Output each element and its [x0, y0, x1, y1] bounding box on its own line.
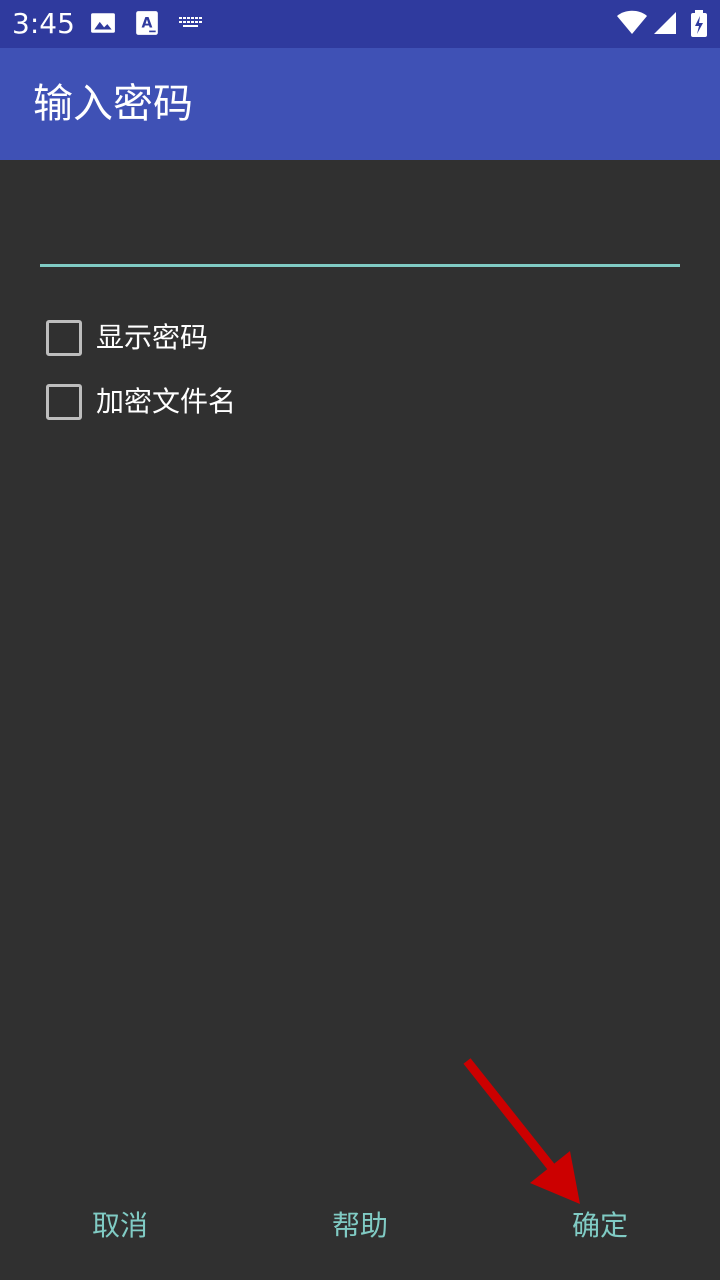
- text-a-icon: A: [135, 10, 163, 38]
- show-password-label: 显示密码: [96, 321, 209, 354]
- checkbox-box[interactable]: [46, 320, 82, 356]
- svg-text:A: A: [142, 15, 153, 31]
- cancel-button[interactable]: 取消: [40, 1204, 200, 1248]
- image-icon: [90, 10, 118, 38]
- checkbox-box[interactable]: [46, 384, 82, 420]
- signal-icon: [652, 10, 680, 38]
- status-time: 3:45: [12, 7, 75, 40]
- keyboard-icon: [178, 10, 206, 38]
- battery-charging-icon: [690, 10, 718, 38]
- help-button[interactable]: 帮助: [280, 1204, 440, 1248]
- status-bar: 3:45 A: [0, 0, 720, 48]
- ok-button[interactable]: 确定: [520, 1204, 680, 1248]
- show-password-checkbox[interactable]: 显示密码: [46, 318, 208, 358]
- app-bar: 输入密码: [0, 48, 720, 160]
- page-title: 输入密码: [33, 81, 193, 127]
- wifi-icon: [616, 10, 647, 38]
- password-input[interactable]: [40, 220, 680, 267]
- encrypt-filename-checkbox[interactable]: 加密文件名: [46, 382, 236, 422]
- dialog-content: 显示密码 加密文件名 取消 帮助 确定: [0, 160, 720, 1280]
- encrypt-filename-label: 加密文件名: [96, 385, 237, 418]
